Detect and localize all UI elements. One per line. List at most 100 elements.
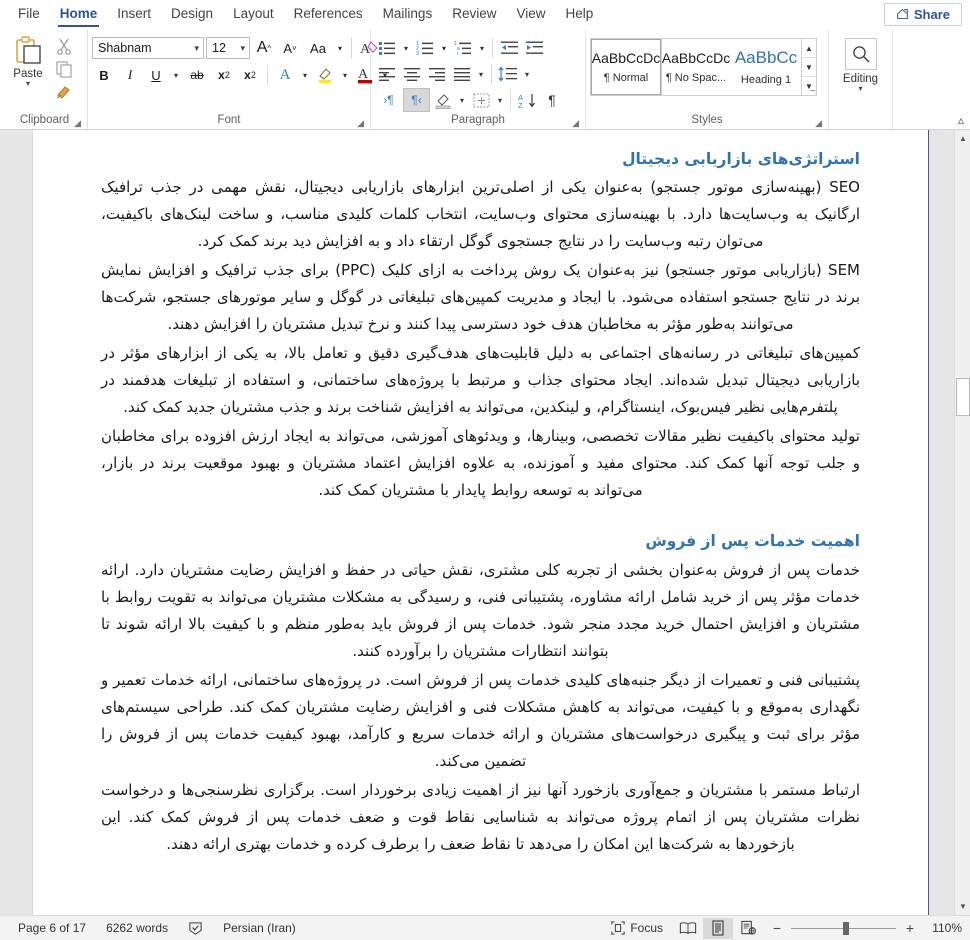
underline-button[interactable]: U: [144, 63, 168, 87]
superscript-label: x: [244, 68, 251, 82]
chevron-down-icon[interactable]: ▾: [475, 70, 487, 79]
rtl-text-direction-button[interactable]: ¶‹: [403, 88, 430, 112]
subscript-button[interactable]: x2: [212, 63, 236, 87]
tab-design[interactable]: Design: [161, 0, 223, 30]
decrease-indent-icon[interactable]: [497, 36, 521, 60]
chevron-down-icon[interactable]: ▾: [456, 96, 468, 105]
zoom-slider-thumb[interactable]: [843, 921, 849, 935]
clipboard-dialog-launcher[interactable]: ◢: [74, 118, 81, 128]
tab-view[interactable]: View: [506, 0, 555, 30]
rtl-label: ¶‹: [411, 93, 422, 107]
ltr-text-direction-button[interactable]: ›¶: [375, 88, 402, 112]
zoom-control: − +: [763, 920, 924, 936]
zoom-slider[interactable]: [791, 921, 896, 935]
chevron-down-icon[interactable]: ▾: [26, 80, 30, 88]
tab-references[interactable]: References: [284, 0, 373, 30]
web-layout-button[interactable]: [733, 918, 763, 939]
change-case-icon[interactable]: Aa: [304, 36, 332, 60]
style-heading-1[interactable]: AaBbCс Heading 1: [731, 39, 801, 95]
show-formatting-marks-icon[interactable]: ¶: [540, 88, 564, 112]
numbering-icon[interactable]: 1 2 3: [413, 36, 437, 60]
tab-insert[interactable]: Insert: [107, 0, 161, 30]
font-size-combo[interactable]: 12 ▾: [206, 37, 250, 59]
line-spacing-icon[interactable]: [496, 62, 520, 86]
chevron-down-icon[interactable]: ▾: [400, 44, 412, 53]
collapse-ribbon-icon[interactable]: ▵: [958, 113, 964, 127]
highlight-color-icon[interactable]: [313, 63, 337, 87]
justify-icon[interactable]: [450, 62, 474, 86]
shading-icon[interactable]: [431, 88, 455, 112]
scroll-up-button[interactable]: ▲: [955, 130, 970, 147]
ribbon-group-clipboard: Paste ▾ Clipboard ◢: [2, 30, 88, 129]
tab-file[interactable]: File: [8, 0, 50, 30]
tab-home[interactable]: Home: [50, 0, 108, 30]
share-button[interactable]: Share: [883, 3, 962, 26]
paragraph-dialog-launcher[interactable]: ◢: [572, 118, 579, 128]
align-right-icon[interactable]: [425, 62, 449, 86]
focus-mode-button[interactable]: Focus: [601, 921, 673, 935]
document-paragraph: خدمات پس از فروش به‌عنوان بخشی از تجربه …: [101, 560, 860, 660]
document-page[interactable]: استراتژی‌های بازاریابی دیجیتال SEO (بهینه…: [33, 130, 928, 915]
chevron-down-icon[interactable]: ▾: [521, 70, 533, 79]
chevron-down-icon[interactable]: ▾: [476, 44, 488, 53]
text-effects-label: A: [279, 66, 291, 83]
align-center-icon[interactable]: [400, 62, 424, 86]
document-text-body[interactable]: استراتژی‌های بازاریابی دیجیتال SEO (بهینه…: [101, 148, 860, 858]
grow-font-icon[interactable]: A ^: [252, 36, 276, 60]
chevron-down-icon[interactable]: ▾: [339, 71, 351, 80]
shrink-font-icon[interactable]: A ˅: [278, 36, 302, 60]
language-indicator[interactable]: Persian (Iran): [213, 921, 306, 935]
copy-icon[interactable]: [55, 60, 75, 80]
scroll-down-button[interactable]: ▼: [955, 898, 970, 915]
styles-more-button[interactable]: ▼̲: [802, 77, 816, 95]
chevron-down-icon: ▾: [240, 42, 245, 53]
print-layout-button[interactable]: [703, 917, 733, 939]
page-indicator[interactable]: Page 6 of 17: [8, 921, 96, 935]
superscript-button[interactable]: x2: [238, 63, 262, 87]
bold-button[interactable]: B: [92, 63, 116, 87]
style-no-spacing[interactable]: AaBbCcDc ¶ No Spac...: [661, 39, 731, 95]
chevron-down-icon[interactable]: ▾: [334, 44, 346, 53]
zoom-out-button[interactable]: −: [771, 920, 783, 936]
tab-review[interactable]: Review: [442, 0, 506, 30]
paragraph-group-label: Paragraph ◢: [451, 114, 579, 128]
italic-button[interactable]: I: [118, 63, 142, 87]
strikethrough-button[interactable]: ab: [184, 63, 210, 87]
tab-mailings[interactable]: Mailings: [373, 0, 443, 30]
font-name-combo[interactable]: Shabnam ▾: [92, 37, 204, 59]
text-effects-icon[interactable]: A: [273, 63, 297, 87]
bullets-icon[interactable]: [375, 36, 399, 60]
font-dialog-launcher[interactable]: ◢: [357, 118, 364, 128]
editing-button[interactable]: Editing ▾: [833, 33, 888, 112]
tab-help[interactable]: Help: [556, 0, 604, 30]
word-count[interactable]: 6262 words: [96, 921, 178, 935]
proofing-status-button[interactable]: [178, 921, 213, 936]
chevron-down-icon[interactable]: ▾: [438, 44, 450, 53]
styles-scroll-down-button[interactable]: ▼: [802, 58, 816, 77]
style-normal[interactable]: AaBbCcDc ¶ Normal: [590, 38, 662, 96]
chevron-down-icon[interactable]: ▾: [494, 96, 506, 105]
tab-layout[interactable]: Layout: [223, 0, 284, 30]
zoom-in-button[interactable]: +: [904, 920, 916, 936]
chevron-down-icon[interactable]: ▾: [858, 85, 862, 93]
zoom-level[interactable]: 110%: [924, 921, 962, 935]
increase-indent-icon[interactable]: [522, 36, 546, 60]
styles-dialog-launcher[interactable]: ◢: [815, 118, 822, 128]
format-painter-icon[interactable]: [55, 83, 75, 103]
read-mode-button[interactable]: [673, 918, 703, 939]
vertical-scrollbar[interactable]: ▲ ▼: [954, 130, 970, 915]
font-size-value: 12: [212, 41, 226, 55]
chevron-down-icon[interactable]: ▾: [299, 71, 311, 80]
chevron-down-icon[interactable]: ▾: [170, 71, 182, 80]
ribbon-group-font: Shabnam ▾ 12 ▾ A ^ A ˅ Aa ▾ A B I U ▾ ab…: [88, 30, 387, 129]
cut-icon[interactable]: [55, 37, 75, 57]
scrollbar-thumb[interactable]: [956, 378, 970, 416]
document-paragraph: SEM (بازاریابی موتور جستجو) نیز به‌عنوان…: [101, 261, 860, 334]
align-left-icon[interactable]: [375, 62, 399, 86]
borders-icon[interactable]: [469, 88, 493, 112]
font-name-value: Shabnam: [98, 41, 152, 55]
paste-button[interactable]: Paste ▾: [6, 35, 50, 88]
multilevel-list-icon[interactable]: 1 a i: [451, 36, 475, 60]
styles-scroll-up-button[interactable]: ▲: [802, 39, 816, 58]
sort-icon[interactable]: A Z: [515, 88, 539, 112]
